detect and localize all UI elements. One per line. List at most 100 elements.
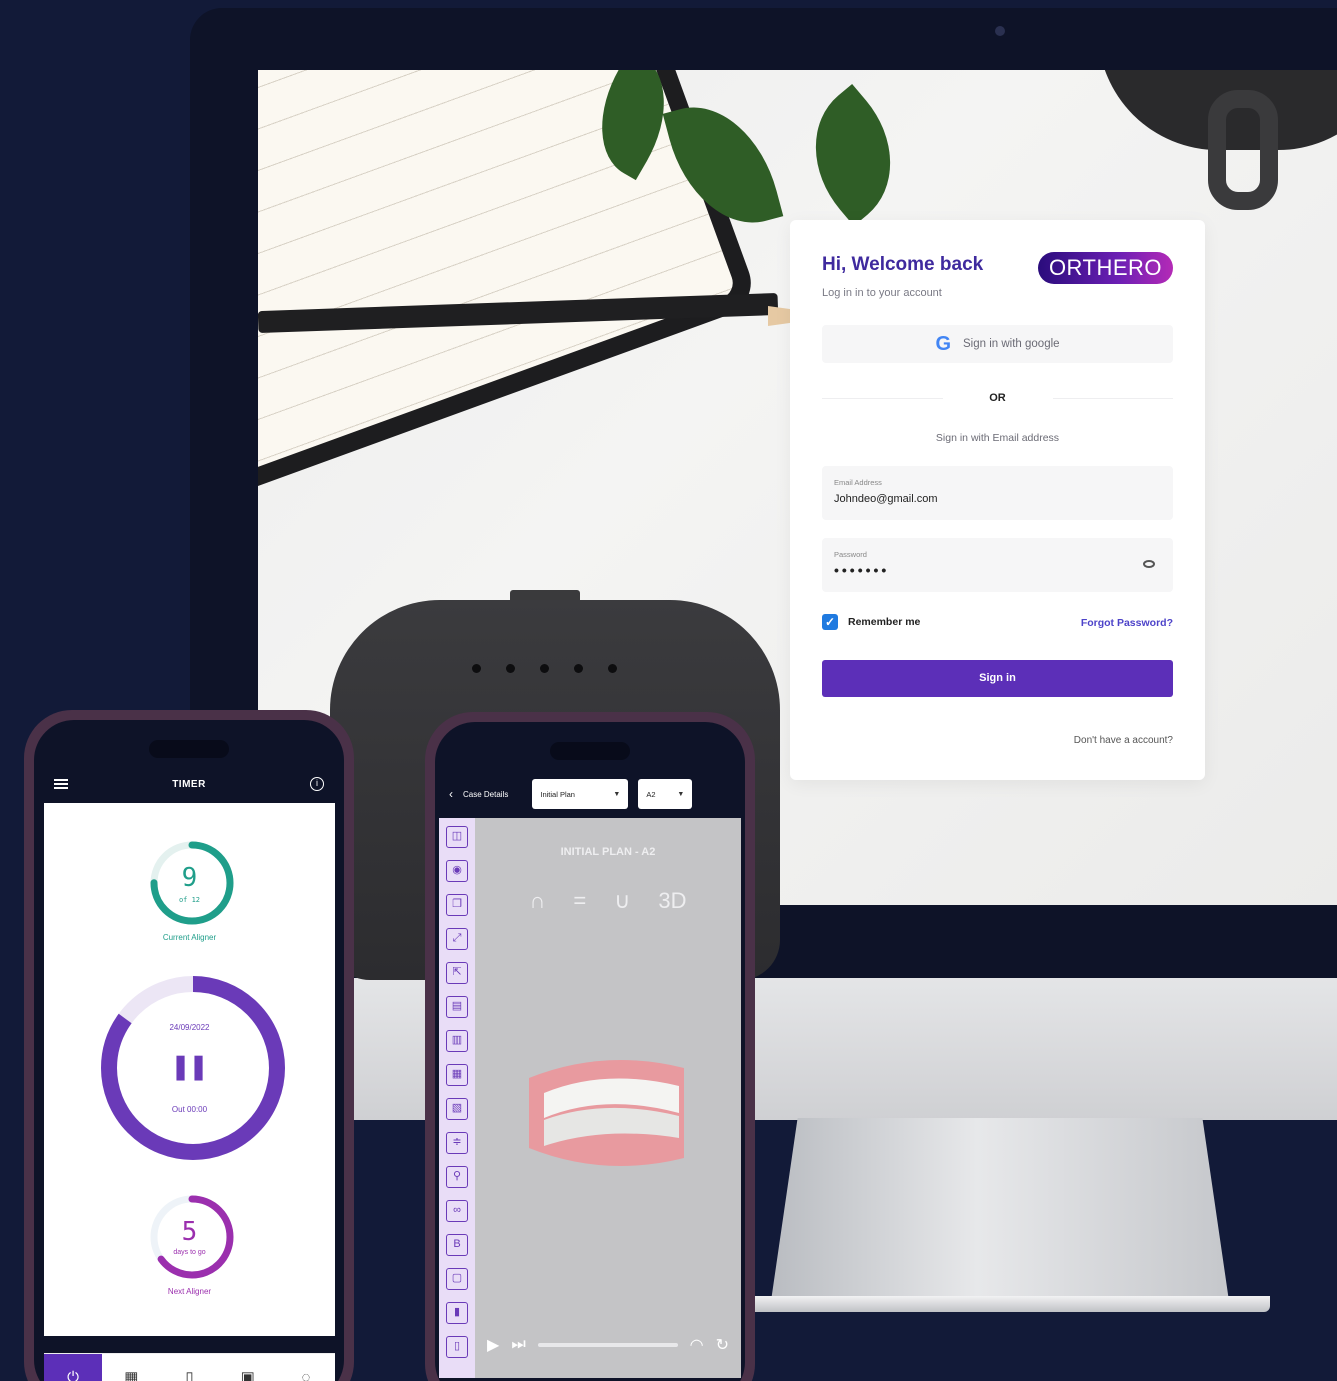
play-icon[interactable]: ▶: [487, 1335, 499, 1355]
imac-stand: [770, 1118, 1230, 1308]
timer-header: TIMER i: [34, 765, 344, 803]
forgot-password-link[interactable]: Forgot Password?: [1081, 617, 1173, 629]
no-account-link[interactable]: Don't have a account?: [1074, 735, 1173, 746]
google-signin-label: Sign in with google: [963, 338, 1060, 350]
plan-dropdown-value: Initial Plan: [540, 789, 575, 799]
password-label: Password: [834, 550, 867, 559]
expand-icon[interactable]: ⤢: [446, 928, 468, 950]
plan-dropdown[interactable]: Initial Plan ▼: [532, 779, 629, 809]
grid-icon[interactable]: ▧: [446, 1098, 468, 1120]
chart-icon[interactable]: ▥: [446, 1030, 468, 1052]
skip-icon[interactable]: ⏭: [511, 1336, 525, 1354]
case-viewer: ◫ ◉ ❐ ⤢ ⇱ ▤ ▥ ▦ ▧ ≑ ⚲ ∞ B ▢ ▮ ▯ INITIAL …: [439, 818, 741, 1378]
case-phone-screen: ‹ Case Details Initial Plan ▼ A2 ▼ ◫ ◉ ❐…: [435, 722, 745, 1381]
current-aligner-number: 9: [181, 863, 198, 893]
replay-icon[interactable]: ↻: [716, 1335, 729, 1355]
next-aligner-label: Next Aligner: [167, 1287, 212, 1296]
clipboard-icon[interactable]: ▦: [446, 1064, 468, 1086]
remember-label: Remember me: [848, 616, 921, 628]
chevron-down-icon: ▼: [613, 790, 621, 798]
plan-label: INITIAL PLAN - A2: [560, 846, 656, 858]
current-aligner-of: of 12: [178, 896, 201, 904]
playback-controls: ▶ ⏭ ◠ ↻: [475, 1330, 741, 1360]
tooth-icon[interactable]: ⚲: [446, 1166, 468, 1188]
timer-phone: TIMER i 9 of 12 Current Aligner 24/09/20…: [24, 710, 354, 1381]
copy-icon[interactable]: ❐: [446, 894, 468, 916]
next-aligner-days-label: days to go: [173, 1249, 206, 1256]
split-view-icon[interactable]: ◫: [446, 826, 468, 848]
frame-icon[interactable]: ▢: [446, 1268, 468, 1290]
stage-dropdown-value: A2: [646, 789, 656, 799]
google-icon: G: [935, 333, 951, 355]
sliders-icon[interactable]: ≑: [446, 1132, 468, 1154]
email-field[interactable]: Email Address Johndeo@gmail.com: [822, 466, 1173, 520]
next-aligner-days: 5: [181, 1217, 198, 1247]
phone-notch: [149, 740, 229, 758]
or-divider: OR: [822, 386, 1173, 410]
chat-icon[interactable]: ◌: [277, 1354, 335, 1381]
current-aligner-label: Current Aligner: [162, 933, 217, 942]
email-value: Johndeo@gmail.com: [834, 493, 938, 505]
printer-led: [506, 664, 515, 673]
timer-body: 9 of 12 Current Aligner 24/09/2022 ❚❚ Ou…: [44, 803, 335, 1336]
back-icon[interactable]: ‹: [449, 787, 453, 801]
or-text: OR: [942, 392, 1053, 404]
layer-icon[interactable]: ▯: [446, 1336, 468, 1358]
gallery-icon[interactable]: ▤: [446, 996, 468, 1018]
email-label: Email Address: [834, 478, 882, 487]
signin-button[interactable]: Sign in: [822, 660, 1173, 697]
phone-notch: [550, 742, 630, 760]
mug-handle-decor: [1208, 90, 1278, 210]
export-icon[interactable]: ⇱: [446, 962, 468, 984]
printer-led: [540, 664, 549, 673]
divider-line: [822, 397, 943, 399]
eye-icon[interactable]: ◉: [446, 860, 468, 882]
bolton-icon[interactable]: B: [446, 1234, 468, 1256]
leaf-decor: [783, 83, 923, 227]
login-card: Hi, Welcome back Log in in to your accou…: [790, 220, 1205, 780]
login-greeting: Hi, Welcome back: [822, 254, 984, 275]
lower-arch-view-icon[interactable]: ∪: [614, 888, 630, 914]
report-icon[interactable]: ▣: [219, 1354, 277, 1381]
teeth-3d-model[interactable]: [519, 1038, 689, 1178]
google-signin-button[interactable]: G Sign in with google: [822, 325, 1173, 363]
imac-stand-base: [740, 1296, 1270, 1312]
playback-slider[interactable]: [537, 1343, 678, 1347]
case-header: ‹ Case Details Initial Plan ▼ A2 ▼: [435, 772, 745, 816]
timer-status: Out 00:00: [171, 1105, 208, 1114]
tool-sidebar: ◫ ◉ ❐ ⤢ ⇱ ▤ ▥ ▦ ▧ ≑ ⚲ ∞ B ▢ ▮ ▯: [439, 818, 475, 1378]
front-view-icon[interactable]: =: [573, 888, 586, 914]
attachment-icon[interactable]: ▮: [446, 1302, 468, 1324]
pause-icon[interactable]: ❚❚: [44, 1049, 335, 1084]
chevron-down-icon: ▼: [677, 790, 685, 798]
email-signin-hint: Sign in with Email address: [935, 432, 1060, 444]
timer-title: TIMER: [172, 778, 206, 790]
timer-icon[interactable]: ⏻: [44, 1354, 103, 1381]
printer-led: [574, 664, 583, 673]
camera-icon: [995, 26, 1005, 36]
printer-led: [472, 664, 481, 673]
remember-me[interactable]: ✓ Remember me: [822, 614, 920, 630]
3d-view-button[interactable]: 3D: [658, 888, 686, 914]
timer-phone-screen: TIMER i 9 of 12 Current Aligner 24/09/20…: [34, 720, 344, 1381]
menu-icon[interactable]: [54, 779, 68, 789]
case-title: Case Details: [463, 789, 509, 799]
aligner-icon[interactable]: ▯: [160, 1354, 218, 1381]
password-field[interactable]: Password •••••••: [822, 538, 1173, 592]
imac-chin-panel: [258, 978, 1337, 1120]
info-icon[interactable]: i: [309, 777, 324, 791]
link-icon[interactable]: ∞: [446, 1200, 468, 1222]
view-switcher: ∩ = ∪ 3D: [475, 888, 741, 914]
stage-dropdown[interactable]: A2 ▼: [638, 779, 693, 809]
bottom-nav: ⏻ ▦ ▯ ▣ ◌: [44, 1353, 335, 1381]
password-value: •••••••: [834, 562, 890, 578]
speed-icon[interactable]: ◠: [690, 1335, 704, 1355]
remember-checkbox[interactable]: ✓: [822, 614, 838, 630]
upper-arch-view-icon[interactable]: ∩: [530, 888, 546, 914]
case-phone: ‹ Case Details Initial Plan ▼ A2 ▼ ◫ ◉ ❐…: [425, 712, 755, 1381]
eye-icon[interactable]: [1143, 560, 1155, 568]
calendar-icon[interactable]: ▦: [102, 1354, 160, 1381]
orthero-logo: ORTHERO: [1038, 252, 1173, 284]
printer-led: [608, 664, 617, 673]
timer-date: 24/09/2022: [169, 1023, 210, 1032]
